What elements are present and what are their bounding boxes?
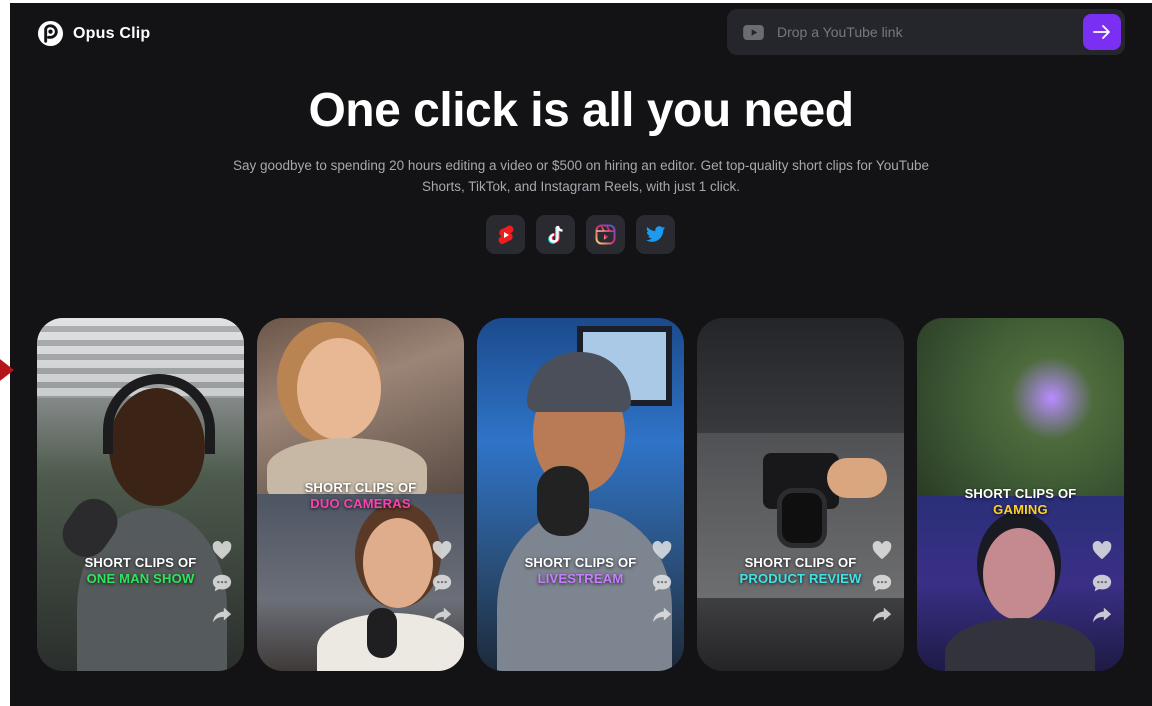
person-head bbox=[363, 518, 433, 608]
heart-icon[interactable] bbox=[651, 540, 673, 562]
page-title: One click is all you need bbox=[308, 84, 854, 137]
arrow-right-icon bbox=[1093, 25, 1110, 39]
comment-icon[interactable] bbox=[1091, 572, 1113, 594]
instagram-reels-button[interactable] bbox=[586, 215, 625, 254]
person-head bbox=[983, 528, 1055, 620]
clip-card-product-review[interactable]: SHORT CLIPS OF PRODUCT REVIEW bbox=[697, 318, 904, 671]
hand bbox=[827, 458, 887, 498]
card-actions bbox=[1091, 540, 1113, 626]
share-icon[interactable] bbox=[871, 604, 893, 626]
comment-icon[interactable] bbox=[871, 572, 893, 594]
youtube-link-input[interactable] bbox=[777, 24, 1067, 40]
camera-lens bbox=[777, 488, 827, 548]
card-actions bbox=[651, 540, 673, 626]
tiktok-button[interactable] bbox=[536, 215, 575, 254]
twitter-button[interactable] bbox=[636, 215, 675, 254]
person-body bbox=[497, 508, 672, 671]
brand-name: Opus Clip bbox=[73, 24, 151, 42]
clip-cards: SHORT CLIPS OF ONE MAN SHOW SHORT CLIPS … bbox=[37, 318, 1124, 671]
youtube-shorts-button[interactable] bbox=[486, 215, 525, 254]
landing-page: Opus Clip One click is all you need Say … bbox=[10, 3, 1152, 706]
comment-icon[interactable] bbox=[431, 572, 453, 594]
card-scene-game bbox=[917, 318, 1124, 496]
card-caption: SHORT CLIPS OF GAMING bbox=[964, 486, 1077, 517]
microphone bbox=[367, 608, 397, 658]
submit-link-button[interactable] bbox=[1083, 14, 1121, 50]
clip-card-one-man-show[interactable]: SHORT CLIPS OF ONE MAN SHOW bbox=[37, 318, 244, 671]
heart-icon[interactable] bbox=[211, 540, 233, 562]
card-actions bbox=[431, 540, 453, 626]
heart-icon[interactable] bbox=[1091, 540, 1113, 562]
instagram-reels-icon bbox=[595, 224, 616, 245]
share-icon[interactable] bbox=[431, 604, 453, 626]
card-actions bbox=[211, 540, 233, 626]
share-icon[interactable] bbox=[1091, 604, 1113, 626]
youtube-link-form bbox=[727, 9, 1125, 55]
youtube-shorts-icon bbox=[498, 224, 513, 244]
youtube-icon bbox=[743, 24, 764, 40]
clip-card-gaming[interactable]: SHORT CLIPS OF GAMING bbox=[917, 318, 1124, 671]
clip-card-duo-cameras[interactable]: SHORT CLIPS OF DUO CAMERAS bbox=[257, 318, 464, 671]
comment-icon[interactable] bbox=[651, 572, 673, 594]
card-caption: SHORT CLIPS OF DUO CAMERAS bbox=[304, 480, 417, 511]
person-head bbox=[297, 338, 381, 440]
brand-logo[interactable]: Opus Clip bbox=[37, 20, 150, 47]
heart-icon[interactable] bbox=[871, 540, 893, 562]
twitter-icon bbox=[645, 226, 665, 242]
comment-icon[interactable] bbox=[211, 572, 233, 594]
clip-card-livestream[interactable]: SHORT CLIPS OF LIVESTREAM bbox=[477, 318, 684, 671]
microphone bbox=[537, 466, 589, 536]
platform-icons bbox=[486, 215, 675, 254]
share-icon[interactable] bbox=[211, 604, 233, 626]
card-actions bbox=[871, 540, 893, 626]
heart-icon[interactable] bbox=[431, 540, 453, 562]
tiktok-icon bbox=[547, 225, 563, 244]
opus-clip-logo-icon bbox=[37, 20, 64, 47]
page-subtitle: Say goodbye to spending 20 hours editing… bbox=[233, 158, 929, 194]
share-icon[interactable] bbox=[651, 604, 673, 626]
